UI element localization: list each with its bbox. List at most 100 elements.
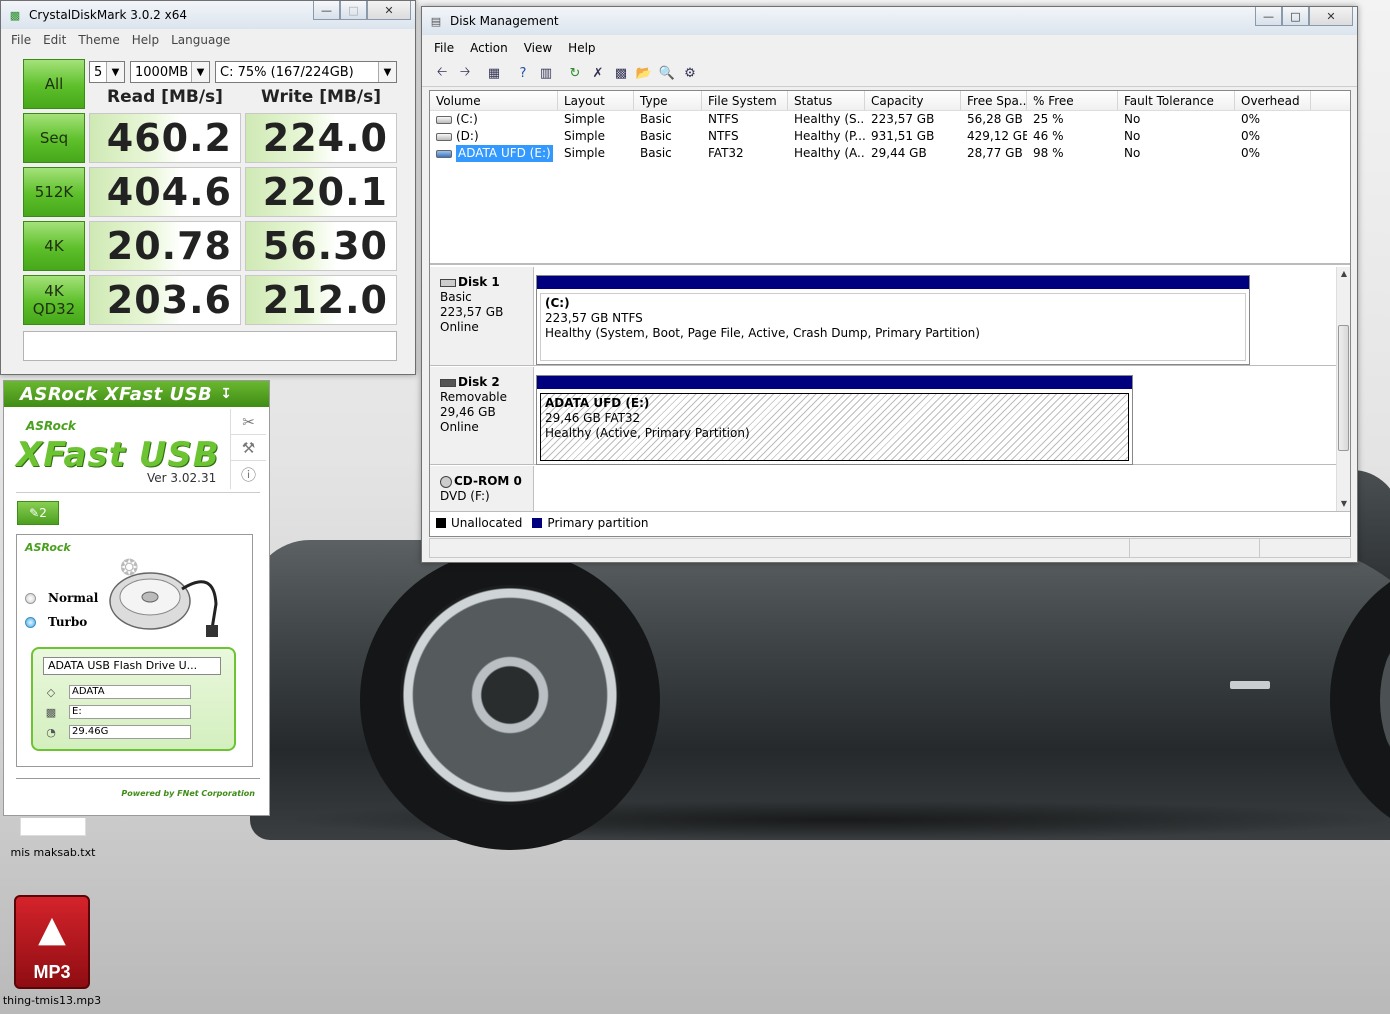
column-status[interactable]: Status bbox=[788, 91, 865, 110]
capacity-cell: 29,44 GB bbox=[871, 146, 927, 160]
column-fault-tolerance[interactable]: Fault Tolerance bbox=[1118, 91, 1235, 110]
column-layout[interactable]: Layout bbox=[558, 91, 634, 110]
menu-file[interactable]: File bbox=[5, 33, 37, 47]
table-row[interactable]: (D:) Simple Basic NTFS Healthy (P... 931… bbox=[430, 128, 1350, 145]
disk-name-text: Disk 1 bbox=[458, 275, 500, 289]
test-size-select[interactable]: 1000MB ▼ bbox=[130, 61, 210, 83]
vendor-field: ADATA bbox=[69, 685, 191, 699]
xfast-usb-logo: XFast USB bbox=[16, 435, 220, 475]
forward-icon[interactable]: 🡢 bbox=[455, 64, 475, 84]
disk-kind: Basic bbox=[440, 290, 472, 304]
vertical-scrollbar[interactable]: ▲ ▼ bbox=[1336, 267, 1350, 511]
test-count-value: 5 bbox=[94, 64, 103, 80]
show-hide-tree-icon[interactable]: ▦ bbox=[484, 64, 504, 84]
512k-label: 512K bbox=[34, 183, 74, 201]
tools-icon[interactable]: ✂ bbox=[231, 409, 266, 435]
mode-turbo-radio[interactable]: Turbo bbox=[25, 615, 87, 629]
desktop-icon-label-mp3[interactable]: thing-tmis13.mp3 bbox=[0, 994, 104, 1007]
close-button[interactable]: ✕ bbox=[1309, 7, 1353, 26]
4k-qd32-label: 4K QD32 bbox=[32, 282, 76, 318]
maximize-button[interactable]: □ bbox=[340, 1, 367, 20]
column-volume[interactable]: Volume bbox=[430, 91, 558, 110]
front-wheel bbox=[400, 585, 620, 805]
scroll-down-icon[interactable]: ▼ bbox=[1337, 497, 1351, 511]
run-all-button[interactable]: All bbox=[23, 59, 85, 109]
mode-normal-radio[interactable]: Normal bbox=[25, 591, 98, 605]
drive-letter-field: E: bbox=[69, 705, 191, 719]
menu-file[interactable]: File bbox=[426, 41, 462, 55]
removable-disk-icon bbox=[440, 378, 456, 387]
4k-button[interactable]: 4K bbox=[23, 221, 85, 271]
comment-field[interactable] bbox=[23, 331, 397, 361]
show-hide-action-pane-icon[interactable]: ▥ bbox=[536, 64, 556, 84]
minimize-button[interactable]: — bbox=[1255, 7, 1282, 26]
menu-theme[interactable]: Theme bbox=[72, 33, 125, 47]
disk-label[interactable]: Disk 1 Basic 223,57 GB Online bbox=[430, 267, 534, 365]
explore-icon[interactable]: 🔍 bbox=[657, 64, 677, 84]
test-count-select[interactable]: 5 ▼ bbox=[89, 61, 125, 83]
title-bar[interactable]: ▤ Disk Management — □ ✕ bbox=[422, 7, 1357, 35]
refresh-icon[interactable]: ↻ bbox=[565, 64, 585, 84]
column-file-system[interactable]: File System bbox=[702, 91, 788, 110]
drive-select[interactable]: C: 75% (167/224GB) ▼ bbox=[215, 61, 397, 83]
column-type[interactable]: Type bbox=[634, 91, 702, 110]
column-percent-free[interactable]: % Free bbox=[1027, 91, 1118, 110]
disk-row-disk-1: Disk 1 Basic 223,57 GB Online (C:) 223,5… bbox=[430, 267, 1336, 366]
disk-label[interactable]: CD-ROM 0 DVD (F:) bbox=[430, 466, 534, 511]
column-free-space[interactable]: Free Spa... bbox=[961, 91, 1027, 110]
menu-edit[interactable]: Edit bbox=[37, 33, 72, 47]
4k-qd32-button[interactable]: 4K QD32 bbox=[23, 275, 85, 325]
usb-drive-illustration-icon: ❂ bbox=[109, 556, 218, 637]
menu-help[interactable]: Help bbox=[126, 33, 165, 47]
legend-label: Primary partition bbox=[547, 516, 649, 530]
menu-language[interactable]: Language bbox=[165, 33, 236, 47]
delete-icon[interactable]: ✗ bbox=[588, 64, 608, 84]
open-icon[interactable]: 📂 bbox=[634, 64, 654, 84]
disk-label[interactable]: Disk 2 Removable 29,46 GB Online bbox=[430, 367, 534, 464]
capacity-cell: 931,51 GB bbox=[871, 129, 935, 143]
menu-view[interactable]: View bbox=[516, 41, 560, 55]
column-capacity[interactable]: Capacity bbox=[865, 91, 961, 110]
file-system-cell: NTFS bbox=[708, 129, 739, 143]
usb-device-tab[interactable]: ✎ 2 bbox=[17, 501, 59, 525]
table-row[interactable]: (C:) Simple Basic NTFS Healthy (S... 223… bbox=[430, 111, 1350, 128]
drive-icon bbox=[436, 115, 452, 124]
back-icon[interactable]: 🡠 bbox=[432, 64, 452, 84]
menu-help[interactable]: Help bbox=[560, 41, 603, 55]
menu-action[interactable]: Action bbox=[462, 41, 516, 55]
volume-cell: (C:) bbox=[430, 111, 558, 128]
legend-primary-partition: Primary partition bbox=[532, 516, 649, 530]
text-file-icon[interactable] bbox=[20, 818, 86, 836]
table-row[interactable]: ADATA UFD (E:) Simple Basic FAT32 Health… bbox=[430, 145, 1350, 162]
volume-cell: (D:) bbox=[430, 128, 558, 145]
partition-e[interactable]: ADATA UFD (E:) 29,46 GB FAT32 Healthy (A… bbox=[536, 375, 1133, 465]
settings-icon[interactable]: ⚒ bbox=[231, 435, 266, 461]
device-name-field[interactable]: ADATA USB Flash Drive U... bbox=[43, 657, 221, 675]
help-icon[interactable]: ⓘ bbox=[231, 461, 266, 487]
minimize-icon[interactable]: ↧ bbox=[220, 386, 232, 402]
512k-button[interactable]: 512K bbox=[23, 167, 85, 217]
device-panel: ASRock ❂ Normal Turbo ADATA USB Flash Dr… bbox=[16, 534, 253, 767]
divider bbox=[16, 492, 260, 493]
mp3-file-icon[interactable]: ▲ MP3 bbox=[14, 895, 90, 989]
minimize-button[interactable]: — bbox=[313, 1, 340, 20]
seq-button[interactable]: Seq bbox=[23, 113, 85, 163]
scroll-thumb[interactable] bbox=[1338, 325, 1349, 451]
properties-icon[interactable]: ▩ bbox=[611, 64, 631, 84]
free-space-cell: 429,12 GB bbox=[967, 129, 1027, 143]
partition-c[interactable]: (C:) 223,57 GB NTFS Healthy (System, Boo… bbox=[536, 275, 1250, 365]
settings-icon[interactable]: ⚙ bbox=[680, 64, 700, 84]
status-pane bbox=[1260, 539, 1350, 557]
desktop-icon-label-txt[interactable]: mis maksab.txt bbox=[6, 846, 100, 859]
overhead-cell: 0% bbox=[1241, 146, 1261, 160]
device-info-box: ADATA USB Flash Drive U... ◇ ADATA ▩ E: … bbox=[31, 647, 236, 751]
title-bar[interactable]: ▩ CrystalDiskMark 3.0.2 x64 — □ ✕ bbox=[1, 1, 415, 29]
read-header: Read [MB/s] bbox=[107, 87, 223, 107]
xfast-title-bar[interactable]: ASRock XFast USB ↧ bbox=[4, 381, 269, 407]
file-system-cell: NTFS bbox=[708, 112, 739, 126]
column-overhead[interactable]: Overhead bbox=[1235, 91, 1311, 110]
maximize-button[interactable]: □ bbox=[1282, 7, 1309, 26]
scroll-up-icon[interactable]: ▲ bbox=[1337, 267, 1351, 281]
close-button[interactable]: ✕ bbox=[367, 1, 411, 20]
help-icon[interactable]: ? bbox=[513, 64, 533, 84]
